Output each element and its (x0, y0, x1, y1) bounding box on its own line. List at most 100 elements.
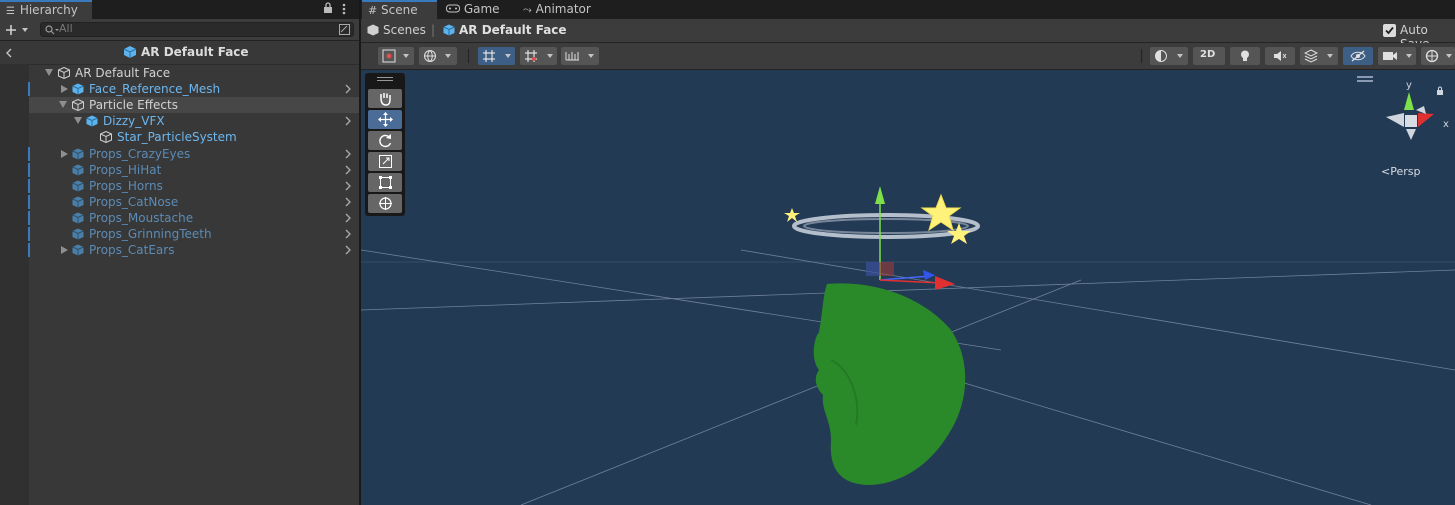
rect-tool-button[interactable] (368, 173, 402, 192)
ruler-icon (565, 52, 579, 61)
scene-render (361, 186, 1455, 505)
expand-arrow-icon[interactable] (59, 101, 67, 108)
prefab-cube-icon (123, 46, 137, 58)
layers-icon (1304, 49, 1318, 63)
scene-visibility-toggle[interactable] (1343, 47, 1373, 65)
rotate-tool-button[interactable] (368, 131, 402, 150)
transform-tool-button[interactable] (368, 194, 402, 213)
chevron-right-icon[interactable] (343, 228, 353, 240)
override-marker (28, 179, 30, 193)
hierarchy-item-label: Props_GrinningTeeth (89, 227, 212, 241)
hierarchy-item-label: Props_HiHat (89, 163, 162, 177)
chevron-right-icon[interactable] (343, 83, 353, 95)
hierarchy-item-props-moustache[interactable]: Props_Moustache (28, 210, 359, 226)
audio-toggle[interactable] (1265, 47, 1295, 65)
lighting-toggle[interactable] (1230, 47, 1260, 65)
add-object-button[interactable] (3, 21, 33, 38)
hierarchy-item-face-reference-mesh[interactable]: Face_Reference_Mesh (28, 81, 359, 97)
increment-snap-dropdown[interactable] (561, 47, 599, 65)
hidden-eye-icon (1350, 50, 1366, 62)
draw-mode-dropdown[interactable] (378, 47, 414, 65)
prefab-cube-icon (72, 228, 84, 240)
chevron-right-icon[interactable] (343, 115, 353, 127)
hierarchy-item-label: Star_ParticleSystem (117, 130, 237, 144)
override-marker (28, 227, 30, 241)
back-arrow-icon[interactable] (5, 47, 13, 59)
more-options-icon[interactable] (341, 2, 349, 16)
x-axis-handle (935, 276, 955, 290)
gamepad-icon (446, 4, 460, 13)
expand-arrow-icon[interactable] (74, 117, 82, 124)
scene-viewport[interactable]: y x <Persp (361, 70, 1455, 505)
grid-snap-toggle[interactable] (478, 47, 515, 65)
chevron-right-icon[interactable] (343, 244, 353, 256)
effects-dropdown[interactable] (1300, 47, 1338, 65)
override-marker (28, 243, 30, 257)
face-mesh (813, 283, 966, 485)
globe-icon (424, 50, 436, 63)
tab-scene[interactable]: # Scene (362, 0, 437, 19)
scale-tool-button[interactable] (368, 152, 402, 171)
breadcrumb-current[interactable]: AR Default Face (459, 23, 567, 37)
camera-settings-dropdown[interactable] (1378, 47, 1416, 65)
search-options-icon[interactable] (339, 24, 350, 35)
lock-icon[interactable] (323, 2, 335, 16)
hierarchy-tab-label: Hierarchy (19, 3, 78, 17)
move-tool-button[interactable] (368, 110, 402, 129)
palette-handle[interactable] (377, 77, 393, 78)
projection-toggle[interactable]: <Persp (1381, 165, 1420, 178)
snap-increment-dropdown[interactable] (520, 47, 557, 65)
toolbar-divider (468, 49, 469, 63)
hierarchy-item-props-catnose[interactable]: Props_CatNose (28, 194, 359, 210)
hierarchy-search-input[interactable]: All (40, 22, 354, 37)
global-local-dropdown[interactable] (419, 47, 457, 65)
override-marker (28, 147, 30, 161)
breadcrumb-scenes[interactable]: Scenes (383, 23, 426, 37)
hierarchy-item-props-catears[interactable]: Props_CatEars (28, 242, 359, 258)
expand-arrow-icon[interactable] (61, 85, 68, 93)
rotate-icon (379, 134, 392, 148)
expand-arrow-icon[interactable] (45, 69, 53, 76)
hierarchy-item-star-particlesystem[interactable]: Star_ParticleSystem (29, 129, 359, 145)
toggle-2d-button[interactable]: 2D (1193, 47, 1225, 65)
gizmos-dropdown[interactable] (1421, 47, 1455, 65)
lock-icon[interactable] (1436, 86, 1444, 96)
prefab-cube-icon (86, 115, 98, 127)
chevron-right-icon[interactable] (343, 164, 353, 176)
expand-arrow-icon[interactable] (61, 150, 68, 158)
tab-game[interactable]: Game (440, 0, 510, 19)
auto-save-checkbox[interactable] (1383, 24, 1396, 37)
star-large (920, 193, 962, 232)
chevron-right-icon[interactable] (343, 212, 353, 224)
hand-tool-button[interactable] (368, 89, 402, 108)
hierarchy-item-dizzy-vfx[interactable]: Dizzy_VFX (29, 113, 359, 129)
hand-icon (380, 93, 391, 106)
prefab-cube-icon (72, 212, 84, 224)
expand-arrow-icon[interactable] (61, 246, 68, 254)
tab-hierarchy[interactable]: ☰ Hierarchy (0, 0, 92, 19)
override-marker (28, 163, 30, 177)
gizmo-handle[interactable] (1357, 76, 1373, 78)
breadcrumb-separator: | (431, 23, 436, 37)
hierarchy-item-label: Props_Horns (89, 179, 163, 193)
gameobject-icon (58, 67, 70, 79)
chevron-right-icon[interactable] (343, 180, 353, 192)
hierarchy-item-props-crazyeyes[interactable]: Props_CrazyEyes (28, 146, 359, 162)
hierarchy-item-ar-default-face[interactable]: AR Default Face (29, 65, 359, 81)
gizmo-globe-icon (1425, 49, 1439, 63)
shading-mode-dropdown[interactable] (1150, 47, 1188, 65)
hierarchy-item-particle-effects[interactable]: Particle Effects (29, 97, 359, 113)
hierarchy-item-props-horns[interactable]: Props_Horns (28, 178, 359, 194)
hierarchy-item-label: Particle Effects (89, 98, 178, 112)
chevron-right-icon[interactable] (343, 148, 353, 160)
tool-palette (365, 73, 405, 216)
tab-animator[interactable]: ⤳ Animator (517, 0, 597, 19)
rect-transform-icon (379, 176, 392, 189)
toolbar-divider (1141, 49, 1142, 63)
tab-label: Animator (535, 2, 591, 16)
hierarchy-item-props-grinningteeth[interactable]: Props_GrinningTeeth (28, 226, 359, 242)
hierarchy-item-props-hihat[interactable]: Props_HiHat (28, 162, 359, 178)
draw-mode-icon (382, 49, 396, 63)
chevron-right-icon[interactable] (343, 196, 353, 208)
persp-arrow-icon: < (1381, 165, 1391, 178)
